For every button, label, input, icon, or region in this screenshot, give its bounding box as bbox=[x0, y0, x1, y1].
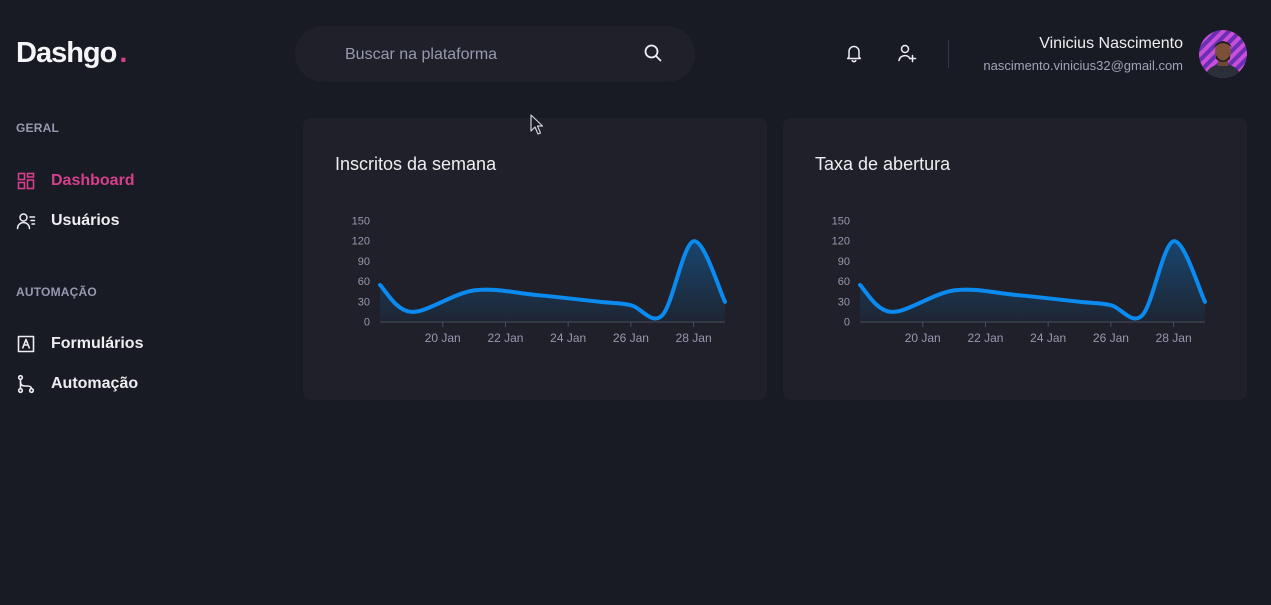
y-tick-label: 120 bbox=[832, 236, 850, 248]
dashboard-icon bbox=[17, 172, 35, 190]
sidebar-item-automacao[interactable]: Automação bbox=[16, 374, 138, 394]
search-icon[interactable] bbox=[643, 43, 663, 63]
x-tick-label: 22 Jan bbox=[487, 331, 523, 345]
git-branch-icon bbox=[17, 374, 35, 394]
x-tick-label: 26 Jan bbox=[613, 331, 649, 345]
sidebar-item-label: Formulários bbox=[51, 335, 144, 352]
y-tick-label: 0 bbox=[844, 317, 850, 329]
x-tick-label: 20 Jan bbox=[425, 331, 461, 345]
chart-card-taxa-abertura: Taxa de abertura 0 30 60 90 120 150 20 Jan 22 J… bbox=[783, 118, 1247, 400]
y-tick-label: 90 bbox=[358, 256, 370, 268]
series-area bbox=[380, 241, 725, 322]
profile-email: nascimento.vinicius32@gmail.com bbox=[983, 58, 1183, 73]
y-tick-label: 150 bbox=[352, 216, 370, 228]
sidebar-item-label: Usuários bbox=[51, 212, 120, 229]
logo-dot: . bbox=[119, 37, 127, 69]
logo-text: Dashgo bbox=[16, 37, 117, 69]
x-tick-label: 20 Jan bbox=[905, 331, 941, 345]
x-tick-label: 22 Jan bbox=[967, 331, 1003, 345]
search-input[interactable] bbox=[343, 26, 627, 84]
x-tick-label: 26 Jan bbox=[1093, 331, 1129, 345]
sidebar-item-label: Automação bbox=[51, 375, 139, 392]
sidebar-item-usuarios[interactable]: Usuários bbox=[16, 211, 119, 231]
y-tick-label: 30 bbox=[838, 296, 850, 308]
chart-inscritos: 0 30 60 90 120 150 20 Jan 22 Jan 24 Jan 26 Jan 28 … bbox=[352, 216, 727, 345]
y-tick-label: 30 bbox=[358, 296, 370, 308]
sidebar-item-dashboard[interactable]: Dashboard bbox=[16, 171, 135, 191]
y-tick-label: 90 bbox=[838, 256, 850, 268]
mouse-cursor-icon bbox=[530, 114, 544, 135]
y-tick-label: 0 bbox=[364, 317, 370, 329]
sidebar-item-label: Dashboard bbox=[51, 172, 135, 189]
x-tick-label: 28 Jan bbox=[676, 331, 712, 345]
series-area bbox=[860, 241, 1205, 322]
users-icon bbox=[16, 213, 36, 230]
form-icon bbox=[17, 335, 35, 353]
x-tick-label: 24 Jan bbox=[550, 331, 586, 345]
header-divider bbox=[948, 40, 949, 68]
avatar[interactable] bbox=[1199, 30, 1247, 78]
y-tick-label: 120 bbox=[352, 236, 370, 248]
search-bar[interactable] bbox=[295, 26, 695, 84]
logo: Dashgo. bbox=[16, 37, 127, 70]
y-tick-label: 60 bbox=[358, 276, 370, 288]
sidebar-section-automacao: AUTOMAÇÃO bbox=[16, 285, 97, 299]
sidebar-item-formularios[interactable]: Formulários bbox=[16, 334, 143, 354]
y-tick-label: 150 bbox=[832, 216, 850, 228]
chart-taxa-abertura: 0 30 60 90 120 150 20 Jan 22 Jan 24 Jan 26 Jan 28 … bbox=[832, 216, 1207, 345]
add-user-icon[interactable] bbox=[897, 43, 917, 63]
sidebar-section-geral: GERAL bbox=[16, 121, 59, 135]
y-tick-label: 60 bbox=[838, 276, 850, 288]
chart-card-inscritos: Inscritos da semana 0 30 60 90 120 150 20 Jan 2… bbox=[303, 118, 767, 400]
bell-icon[interactable] bbox=[844, 43, 864, 63]
x-tick-label: 28 Jan bbox=[1156, 331, 1192, 345]
profile-name: Vinicius Nascimento bbox=[1039, 35, 1183, 52]
x-tick-label: 24 Jan bbox=[1030, 331, 1066, 345]
